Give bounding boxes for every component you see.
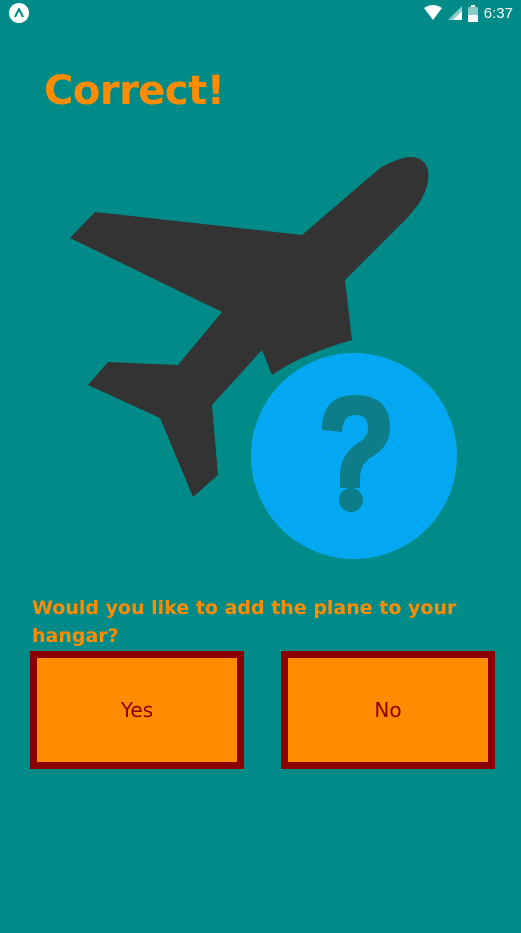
question-mark-icon [251, 353, 457, 559]
illustration [0, 140, 521, 570]
clock: 6:37 [483, 4, 513, 22]
no-button-label: No [374, 698, 402, 722]
no-button[interactable]: No [281, 651, 495, 769]
result-title: Correct! [44, 68, 225, 114]
yes-button[interactable]: Yes [30, 651, 244, 769]
wifi-icon [423, 5, 442, 20]
battery-icon [467, 4, 478, 22]
status-icons: 6:37 [423, 3, 513, 23]
app-logo-icon [9, 3, 29, 23]
signal-icon [447, 6, 462, 20]
status-bar: 6:37 [0, 0, 521, 26]
yes-button-label: Yes [120, 698, 154, 722]
add-to-hangar-question: Would you like to add the plane to your … [32, 597, 457, 647]
